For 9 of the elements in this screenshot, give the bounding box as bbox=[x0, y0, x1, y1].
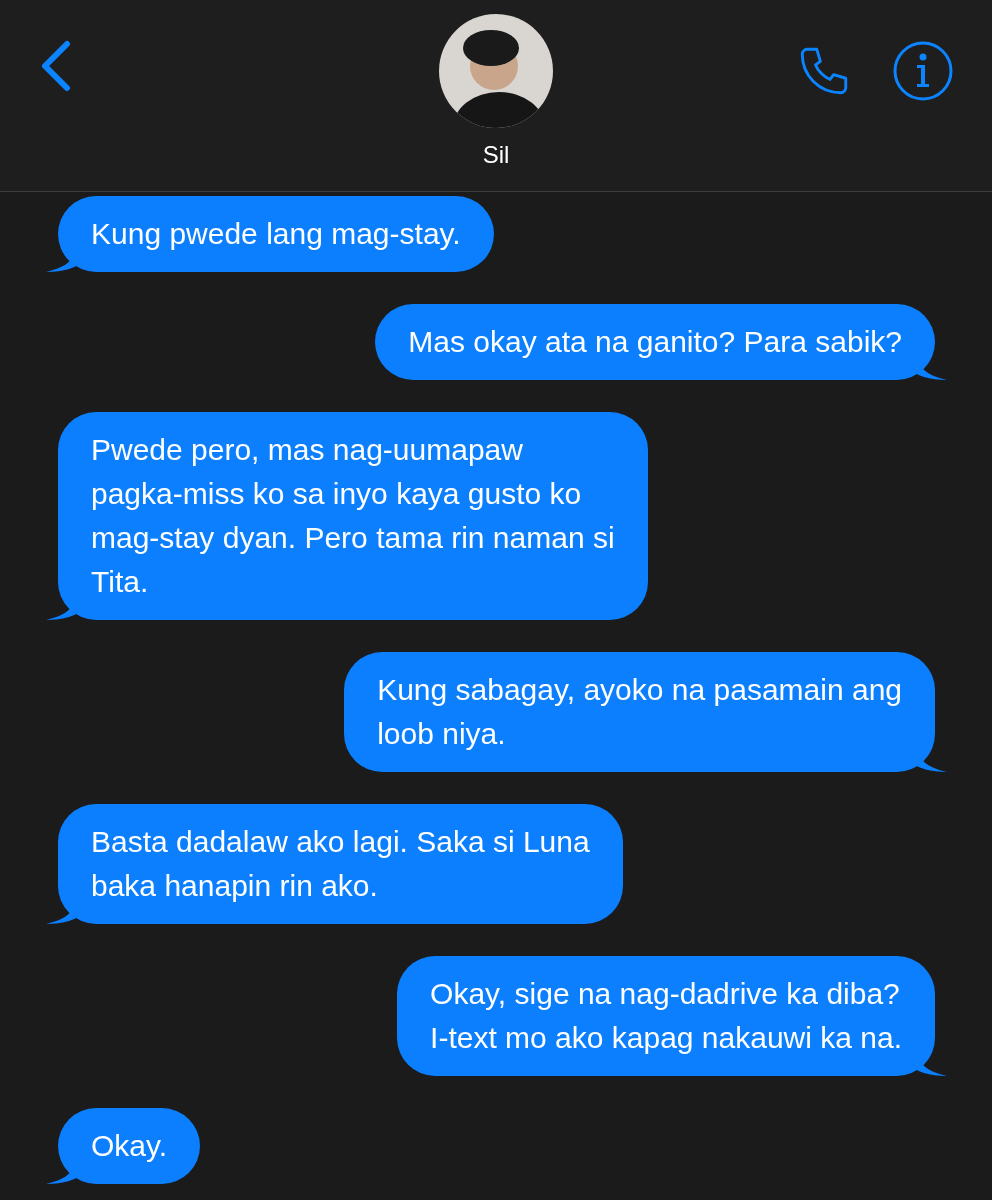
message-bubble: Mas okay ata na ganito? Para sabik? bbox=[375, 304, 935, 380]
message-bubble: Okay, sige na nag-dadrive ka diba? I-text mo ako kapag nakauwi ka na. bbox=[397, 956, 935, 1076]
message-bubble: Kung pwede lang mag-stay. bbox=[58, 196, 494, 272]
message-bubble: Okay. bbox=[58, 1108, 201, 1184]
contact-name: Sil bbox=[482, 140, 510, 170]
message-bubble: Pwede pero, mas nag-uumapaw pagka-miss ko sa inyo kaya gusto ko mag-stay dyan. Pero tama rin naman si Tita. bbox=[58, 412, 648, 620]
message-bubble: Kung sabagay, ayoko na pasamain ang loob niya. bbox=[344, 652, 935, 772]
message-bubble: Basta dadalaw ako lagi. Saka si Luna baka hanapin rin ako. bbox=[58, 804, 623, 924]
info-icon[interactable] bbox=[892, 40, 954, 102]
